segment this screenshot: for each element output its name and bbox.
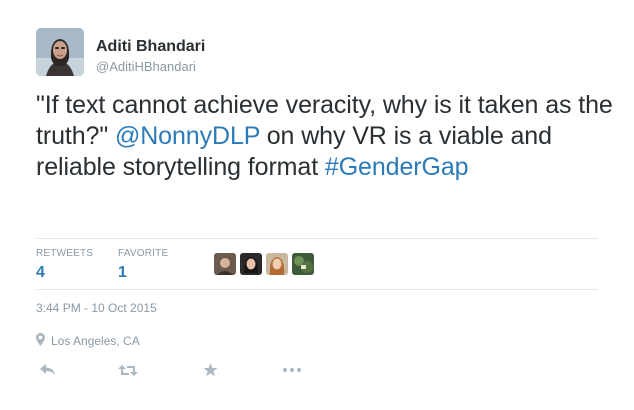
more-dots-icon[interactable] (280, 361, 304, 379)
author-handle[interactable]: @AditiHBhandari (96, 59, 196, 74)
tweet-actions (36, 361, 304, 379)
engager-avatar[interactable] (240, 253, 262, 275)
tweet-timestamp[interactable]: 3:44 PM - 10 Oct 2015 (36, 301, 157, 315)
retweets-label: RETWEETS (36, 248, 94, 259)
favorites-count: 1 (118, 264, 127, 281)
stats-divider-bottom (36, 289, 598, 290)
engager-avatar[interactable] (266, 253, 288, 275)
star-icon[interactable] (198, 361, 222, 379)
engager-avatar[interactable] (214, 253, 236, 275)
mention-link[interactable]: @NonnyDLP (115, 122, 260, 150)
retweet-icon[interactable] (116, 361, 140, 379)
stats-divider-top (36, 238, 598, 239)
author-name[interactable]: Aditi Bhandari (96, 38, 205, 56)
tweet-text: "If text cannot achieve veracity, why is… (36, 90, 616, 183)
retweets-count: 4 (36, 264, 45, 281)
retweets-stat[interactable]: RETWEETS 4 (36, 248, 93, 282)
map-pin-icon (36, 333, 45, 349)
tweet-location[interactable]: Los Angeles, CA (36, 333, 140, 349)
engager-avatars (214, 253, 314, 275)
tweet-card: Aditi Bhandari @AditiHBhandari "If text … (0, 0, 634, 410)
favorites-label: FAVORITE (118, 248, 169, 259)
avatar-photo (36, 28, 84, 76)
reply-icon[interactable] (36, 361, 60, 379)
favorites-stat[interactable]: FAVORITE 1 (118, 248, 168, 282)
engager-avatar[interactable] (292, 253, 314, 275)
author-avatar[interactable] (36, 28, 84, 76)
hashtag-link[interactable]: #GenderGap (325, 153, 469, 181)
location-label: Los Angeles, CA (51, 334, 140, 348)
